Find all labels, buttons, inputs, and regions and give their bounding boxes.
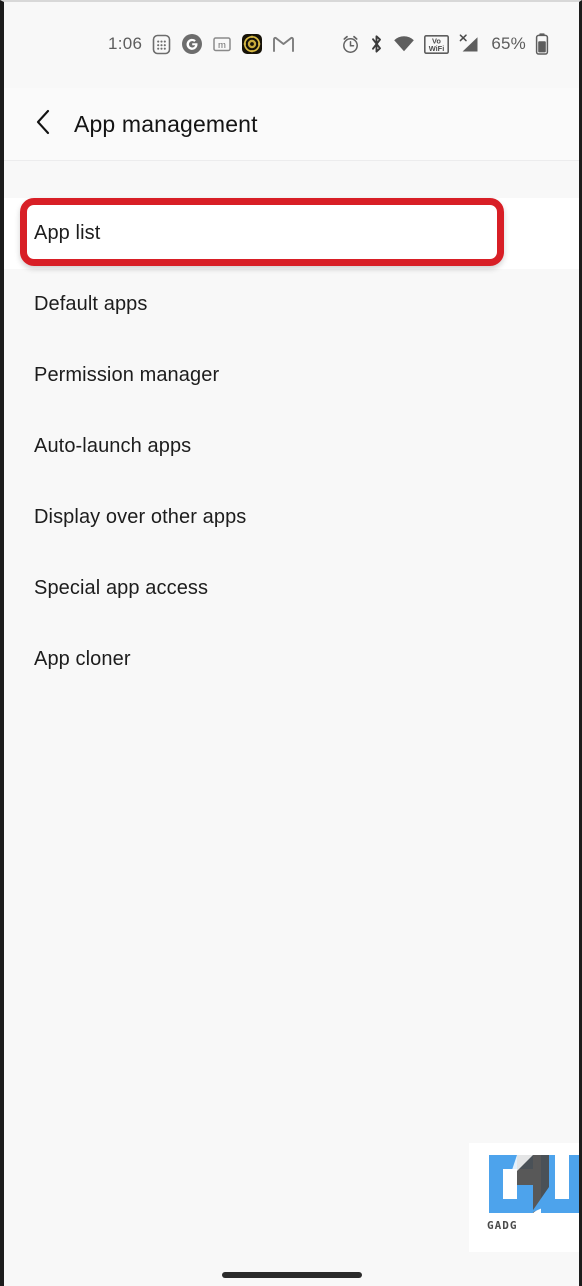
- watermark: GADG: [469, 1143, 579, 1259]
- list-item-label: App cloner: [34, 648, 131, 670]
- list-item-app-list[interactable]: App list: [4, 198, 579, 269]
- gold-emblem-app-icon: [241, 33, 263, 55]
- list-item-permission-manager[interactable]: Permission manager: [4, 340, 579, 411]
- list-item-label: Permission manager: [34, 364, 220, 386]
- list-item-label: App list: [34, 222, 101, 244]
- page-title: App management: [74, 110, 258, 137]
- list-item-display-over-other-apps[interactable]: Display over other apps: [4, 482, 579, 553]
- volte-wifi-icon: Vo WiFi: [424, 34, 450, 54]
- svg-text:m: m: [218, 40, 226, 51]
- list-item-special-app-access[interactable]: Special app access: [4, 553, 579, 624]
- gmail-app-icon: [272, 34, 295, 54]
- alarm-clock-icon: [341, 35, 360, 54]
- signal-no-service-icon: [458, 34, 480, 54]
- keypad-app-icon: [151, 34, 172, 55]
- list-item-app-cloner[interactable]: App cloner: [4, 624, 579, 695]
- navigation-bar: [4, 1252, 579, 1286]
- list-item-auto-launch-apps[interactable]: Auto-launch apps: [4, 411, 579, 482]
- list-item-label: Default apps: [34, 293, 148, 315]
- status-bar-right-group: Vo WiFi 65%: [341, 33, 549, 55]
- status-bar-left-group: 1:06 m: [108, 33, 295, 55]
- list-item-default-apps[interactable]: Default apps: [4, 269, 579, 340]
- watermark-caption: GADG: [487, 1219, 518, 1232]
- back-button[interactable]: [22, 102, 66, 146]
- list-item-label: Auto-launch apps: [34, 435, 192, 457]
- status-bar: 1:06 m Vo WiFi 65%: [4, 24, 579, 64]
- google-app-icon: [181, 33, 203, 55]
- gadgets-logo-icon: [489, 1155, 579, 1213]
- bluetooth-icon: [369, 34, 384, 54]
- chevron-left-icon: [34, 109, 54, 140]
- list-item-label: Display over other apps: [34, 506, 247, 528]
- list-item-label: Special app access: [34, 577, 209, 599]
- status-clock: 1:06: [108, 34, 143, 53]
- wifi-icon: [393, 35, 415, 53]
- app-bar: App management: [4, 88, 579, 161]
- battery-percent-label: 65%: [491, 34, 526, 53]
- m-app-icon: m: [212, 34, 232, 54]
- svg-text:WiFi: WiFi: [429, 44, 445, 53]
- home-gesture-pill[interactable]: [221, 1272, 362, 1278]
- settings-list: App list Default apps Permission manager…: [4, 161, 579, 1286]
- battery-icon: [535, 33, 549, 55]
- phone-screen: 1:06 m Vo WiFi 65% App management App li…: [0, 0, 582, 1286]
